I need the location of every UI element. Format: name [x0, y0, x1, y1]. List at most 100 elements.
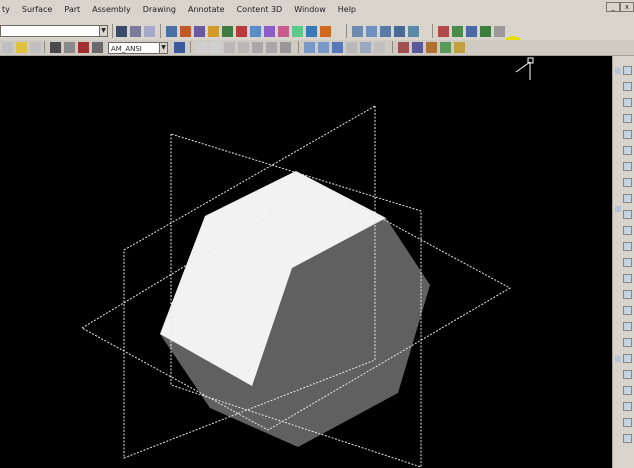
align-icon[interactable]: [623, 338, 632, 347]
navigate-icon[interactable]: [623, 66, 632, 75]
chevron-down-icon[interactable]: ▼: [159, 42, 168, 54]
extend-icon[interactable]: [623, 178, 632, 187]
hatch-icon[interactable]: [346, 42, 357, 53]
match-icon[interactable]: [144, 26, 155, 37]
properties-icon[interactable]: [278, 26, 289, 37]
join-icon[interactable]: [623, 306, 632, 315]
tool-palette-icon[interactable]: [320, 26, 331, 37]
trim-icon[interactable]: [623, 162, 632, 171]
scale-icon[interactable]: [623, 114, 632, 123]
ucs-face-icon[interactable]: [332, 42, 343, 53]
menu-item-drawing[interactable]: Drawing: [141, 5, 178, 14]
design-center-icon[interactable]: [306, 26, 317, 37]
view-right-icon[interactable]: [466, 26, 477, 37]
layer-combo[interactable]: AM_ANSI ▼: [108, 42, 168, 54]
parts-list-icon[interactable]: [440, 42, 451, 53]
chevron-down-icon[interactable]: ▼: [99, 25, 108, 37]
menu-item-annotate[interactable]: Annotate: [186, 5, 227, 14]
layer-toolbar: AM_ANSI ▼: [0, 40, 634, 56]
balloon-icon[interactable]: [426, 42, 437, 53]
menu-item-help[interactable]: Help: [336, 5, 358, 14]
workspace-combo[interactable]: ▼: [0, 25, 108, 37]
surface-texture-icon[interactable]: [454, 42, 465, 53]
toolbar-separator: [112, 24, 113, 38]
power-dimension-icon[interactable]: [398, 42, 409, 53]
view-top-icon[interactable]: [452, 26, 463, 37]
layer-icon[interactable]: [292, 26, 303, 37]
lock-icon[interactable]: [30, 42, 41, 53]
rotate-icon[interactable]: [623, 82, 632, 91]
menu-item-view[interactable]: ty: [0, 5, 12, 14]
brush-icon[interactable]: [130, 26, 141, 37]
offset-icon[interactable]: [623, 146, 632, 155]
paste-icon[interactable]: [236, 26, 247, 37]
menu-bar: ty Surface Part Assembly Drawing Annotat…: [0, 0, 634, 23]
menu-item-surface[interactable]: Surface: [20, 5, 54, 14]
boundary-icon[interactable]: [623, 434, 632, 443]
plot-icon[interactable]: [180, 26, 191, 37]
sun-icon[interactable]: [2, 42, 13, 53]
spline-icon[interactable]: [280, 42, 291, 53]
ucs-icon[interactable]: [304, 42, 315, 53]
menu-item-part[interactable]: Part: [62, 5, 82, 14]
break-icon[interactable]: [623, 258, 632, 267]
rectangle-icon[interactable]: [252, 42, 263, 53]
array-icon[interactable]: [623, 226, 632, 235]
freeze-icon[interactable]: [50, 42, 61, 53]
model-canvas[interactable]: [0, 56, 612, 468]
lightbulb-icon[interactable]: [16, 42, 27, 53]
pan-icon[interactable]: [352, 26, 363, 37]
zoom-previous-icon[interactable]: [394, 26, 405, 37]
close-icon[interactable]: x: [620, 2, 634, 12]
save-icon[interactable]: [166, 26, 177, 37]
circle-icon[interactable]: [238, 42, 249, 53]
chamfer-icon[interactable]: [623, 210, 632, 219]
view-front-icon[interactable]: [438, 26, 449, 37]
copy-icon[interactable]: [222, 26, 233, 37]
dimension-icon[interactable]: [360, 42, 371, 53]
properties-match-icon[interactable]: [623, 370, 632, 379]
explode-icon[interactable]: [623, 274, 632, 283]
menu-items: ty Surface Part Assembly Drawing Annotat…: [0, 5, 358, 14]
arc-icon[interactable]: [224, 42, 235, 53]
text-icon[interactable]: [374, 42, 385, 53]
right-toolbar: [612, 56, 634, 468]
construction-line-icon[interactable]: [210, 42, 221, 53]
divide-icon[interactable]: [623, 402, 632, 411]
drawing-viewport[interactable]: [0, 56, 612, 468]
erase-icon[interactable]: [623, 290, 632, 299]
layer-manager-icon[interactable]: [174, 42, 185, 53]
zoom-icon[interactable]: [366, 26, 377, 37]
toolbar-separator: [346, 24, 347, 38]
line-icon[interactable]: [196, 42, 207, 53]
stretch-icon[interactable]: [623, 242, 632, 251]
fillet-icon[interactable]: [623, 194, 632, 203]
undo-icon[interactable]: [250, 26, 261, 37]
layer-color-icon[interactable]: [78, 42, 89, 53]
region-icon[interactable]: [623, 418, 632, 427]
zoom-window-icon[interactable]: [380, 26, 391, 37]
pencil-icon[interactable]: [116, 26, 127, 37]
copy-object-icon[interactable]: [623, 354, 632, 363]
orbit-icon[interactable]: [408, 26, 419, 37]
menu-item-assembly[interactable]: Assembly: [90, 5, 133, 14]
leader-icon[interactable]: [412, 42, 423, 53]
menu-item-content3d[interactable]: Content 3D: [235, 5, 285, 14]
move-icon[interactable]: [623, 98, 632, 107]
toolbar-separator: [44, 41, 45, 53]
lengthen-icon[interactable]: [623, 322, 632, 331]
shade-icon[interactable]: [494, 26, 505, 37]
minimize-button[interactable]: _: [606, 2, 620, 12]
measure-icon[interactable]: [623, 386, 632, 395]
redo-icon[interactable]: [264, 26, 275, 37]
polyline-icon[interactable]: [266, 42, 277, 53]
view-iso-icon[interactable]: [480, 26, 491, 37]
cut-icon[interactable]: [208, 26, 219, 37]
layer-tools-icon[interactable]: [92, 42, 103, 53]
preview-icon[interactable]: [194, 26, 205, 37]
layer-state-icon[interactable]: [64, 42, 75, 53]
toolbar-separator: [160, 24, 161, 38]
ucs-world-icon[interactable]: [318, 42, 329, 53]
menu-item-window[interactable]: Window: [292, 5, 328, 14]
mirror-icon[interactable]: [623, 130, 632, 139]
